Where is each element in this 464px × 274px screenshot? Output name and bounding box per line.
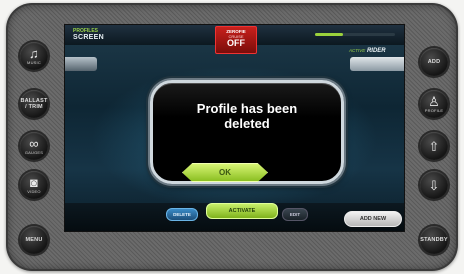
arrow-down-icon: ⇩ — [428, 177, 440, 193]
rider-icon: ♙ — [428, 93, 440, 109]
activate-button[interactable]: ACTIVATE — [206, 203, 278, 219]
standby-button[interactable]: STANDBY — [420, 226, 448, 254]
edit-button[interactable]: EDIT — [282, 208, 308, 221]
ballast-trim-button[interactable]: BALLAST / TRIM — [20, 90, 48, 118]
standby-label: STANDBY — [420, 236, 448, 243]
gauge-icon: ∞ — [29, 135, 39, 151]
menu-label: MENU — [25, 236, 43, 243]
dialog-message: Profile has been deleted — [196, 101, 298, 131]
video-button[interactable]: ◙ VIDEO — [20, 171, 48, 199]
ok-button[interactable]: OK — [182, 163, 268, 182]
active-rider-prefix: ACTIVE — [349, 48, 366, 53]
active-rider-label: RIDER — [366, 48, 386, 54]
arrow-up-icon: ⇧ — [428, 138, 440, 154]
add-label: ADD — [427, 58, 441, 65]
music-button[interactable]: ♫ MUSIC — [20, 42, 48, 70]
menu-button[interactable]: MENU — [20, 226, 48, 254]
add-button[interactable]: ADD — [420, 48, 448, 76]
gauges-button[interactable]: ∞ GAUGES — [20, 132, 48, 160]
zeromile-cruise-badge[interactable]: ZEROFIE CRUISE OFF — [215, 26, 257, 54]
active-rider-card[interactable] — [350, 57, 404, 71]
camera-icon: ◙ — [29, 174, 39, 190]
delete-button[interactable]: DELETE — [166, 208, 198, 221]
down-button[interactable]: ⇩ — [420, 171, 448, 199]
up-button[interactable]: ⇧ — [420, 132, 448, 160]
music-note-icon: ♫ — [29, 45, 39, 61]
add-new-button[interactable]: ADD NEW — [344, 211, 402, 227]
ballast-trim-label: BALLAST / TRIM — [20, 97, 48, 110]
screen-title: SCREEN — [73, 34, 104, 41]
profile-card-left[interactable] — [65, 57, 97, 71]
active-rider-heading: ACTIVE RIDER — [349, 48, 386, 54]
top-progress-bar — [315, 33, 395, 36]
profile-button[interactable]: ♙ PROFILE — [420, 90, 448, 118]
zeromile-status: OFF — [227, 38, 245, 48]
